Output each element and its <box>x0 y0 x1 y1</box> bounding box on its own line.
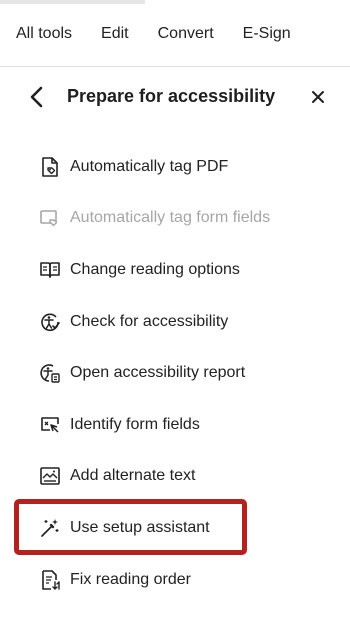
nav-e-sign[interactable]: E-Sign <box>243 25 291 43</box>
tool-change-reading-options[interactable]: Change reading options <box>0 244 350 296</box>
panel-header: Prepare for accessibility <box>0 66 350 128</box>
tool-label: Check for accessibility <box>70 312 229 330</box>
back-button[interactable] <box>24 84 50 110</box>
tool-identify-form-fields[interactable]: Identify form fields <box>0 399 350 451</box>
tool-label: Automatically tag form fields <box>70 209 271 227</box>
tool-label: Add alternate text <box>70 467 196 485</box>
tool-label: Open accessibility report <box>70 364 246 382</box>
tool-label: Fix reading order <box>70 570 191 588</box>
book-reading-icon <box>39 259 61 281</box>
top-toolbar: All tools Edit Convert E-Sign <box>0 0 350 67</box>
tool-check-for-accessibility[interactable]: Check for accessibility <box>0 296 350 348</box>
tool-label: Identify form fields <box>70 415 200 433</box>
accessibility-check-icon <box>39 311 61 333</box>
tool-automatically-tag-form-fields: Automatically tag form fields <box>0 193 350 245</box>
magic-wand-icon <box>39 517 61 539</box>
toolbar-accent-strip <box>0 0 145 4</box>
auto-tag-pdf-icon <box>39 156 61 178</box>
tool-label: Change reading options <box>70 260 240 278</box>
tool-list: Automatically tag PDF Automatically tag … <box>0 141 350 605</box>
identify-form-fields-icon <box>39 414 61 436</box>
panel-title: Prepare for accessibility <box>67 86 276 106</box>
top-nav: All tools Edit Convert E-Sign <box>16 25 291 43</box>
tool-label: Use setup assistant <box>70 518 210 536</box>
tool-open-accessibility-report[interactable]: Open accessibility report <box>0 347 350 399</box>
close-button[interactable] <box>308 87 328 107</box>
reading-order-icon <box>39 569 61 591</box>
tool-fix-reading-order[interactable]: Fix reading order <box>0 554 350 606</box>
tool-label: Automatically tag PDF <box>70 157 229 175</box>
tool-use-setup-assistant[interactable]: Use setup assistant <box>0 502 350 554</box>
nav-all-tools[interactable]: All tools <box>16 25 72 43</box>
auto-tag-form-fields-icon <box>39 207 61 229</box>
chevron-left-icon <box>30 86 43 108</box>
tool-automatically-tag-pdf[interactable]: Automatically tag PDF <box>0 141 350 193</box>
tool-add-alternate-text[interactable]: Add alternate text <box>0 451 350 503</box>
close-icon <box>312 91 324 103</box>
image-alt-text-icon <box>39 465 61 487</box>
nav-convert[interactable]: Convert <box>158 25 214 43</box>
accessibility-report-icon <box>39 362 61 384</box>
nav-edit[interactable]: Edit <box>101 25 129 43</box>
